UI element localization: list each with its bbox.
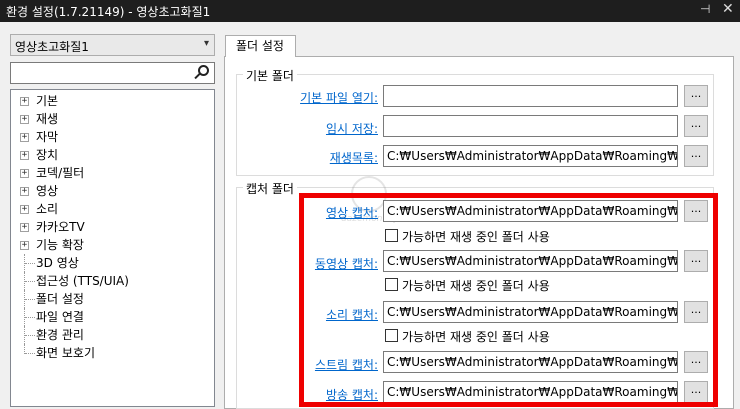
expand-icon[interactable]: + xyxy=(20,133,29,142)
expand-icon[interactable]: + xyxy=(20,241,29,250)
basic-open-browse-button[interactable]: ... xyxy=(684,85,708,107)
playlist-browse-button[interactable]: ... xyxy=(684,145,708,167)
tree-item-label: 3D 영상 xyxy=(36,256,79,270)
tree-item-devices[interactable]: + 장치 xyxy=(11,146,111,164)
temp-save-label[interactable]: 임시 저장: xyxy=(326,120,378,137)
tree-item-label: 폴더 설정 xyxy=(36,292,84,306)
basic-open-path-input[interactable] xyxy=(383,85,678,107)
tree-item-3d-video[interactable]: 3D 영상 xyxy=(11,254,131,272)
temp-save-path-input[interactable] xyxy=(383,115,678,137)
tree-item-subtitles[interactable]: + 자막 xyxy=(11,128,111,146)
tree-item-label: 기본 xyxy=(36,94,59,108)
pin-icon[interactable]: ⊣ xyxy=(700,2,710,16)
tree-item-label: 영상 xyxy=(36,184,59,198)
window-title: 환경 설정(1.7.21149) - 영상초고화질1 xyxy=(6,5,211,19)
expand-icon[interactable]: + xyxy=(20,187,29,196)
tree-item-label: 재생 xyxy=(36,112,59,126)
tree-item-kakaotv[interactable]: + 카카오TV xyxy=(11,218,131,236)
expand-icon[interactable]: + xyxy=(20,151,29,160)
expand-icon[interactable]: + xyxy=(20,115,29,124)
tree-item-extensions[interactable]: + 기능 확장 xyxy=(11,236,131,254)
group-title: 기본 폴더 xyxy=(243,67,297,84)
tree-item-label: 카카오TV xyxy=(36,220,85,234)
chevron-down-icon: ▾ xyxy=(203,38,209,49)
temp-save-browse-button[interactable]: ... xyxy=(684,115,708,137)
tree-item-label: 환경 관리 xyxy=(36,328,84,342)
basic-open-label[interactable]: 기본 파일 열기: xyxy=(300,89,378,106)
tree-item-audio[interactable]: + 소리 xyxy=(11,200,111,218)
tree-item-folder-settings[interactable]: 폴더 설정 xyxy=(11,290,131,308)
group-title: 캡처 폴더 xyxy=(243,180,297,197)
tree-item-file-association[interactable]: 파일 연결 xyxy=(11,308,131,326)
tree-item-playback[interactable]: + 재생 xyxy=(11,110,111,128)
expand-icon[interactable]: + xyxy=(20,97,29,106)
tree-item-label: 파일 연결 xyxy=(36,310,84,324)
tab-folder-settings[interactable]: 폴더 설정 xyxy=(225,35,296,57)
tree-item-label: 자막 xyxy=(36,130,59,144)
tree-item-label: 코덱/필터 xyxy=(36,166,85,180)
tree-item-video[interactable]: + 영상 xyxy=(11,182,111,200)
tree-item-screensaver[interactable]: 화면 보호기 xyxy=(11,344,131,362)
tree-item-codecs[interactable]: + 코덱/필터 xyxy=(11,164,131,182)
search-input[interactable] xyxy=(10,62,215,84)
preset-select-value: 영상초고화질1 xyxy=(15,40,89,54)
search-icon[interactable] xyxy=(193,64,211,82)
title-bar: 환경 설정(1.7.21149) - 영상초고화질1 ⊣ ✕ xyxy=(0,0,740,22)
playlist-label[interactable]: 재생목록: xyxy=(330,149,378,166)
tree-item-label: 접근성 (TTS/UIA) xyxy=(36,274,129,288)
highlight-box xyxy=(299,193,718,407)
tree-item-basic[interactable]: + 기본 xyxy=(11,92,111,110)
expand-icon[interactable]: + xyxy=(20,223,29,232)
playlist-path-input[interactable]: C:₩Users₩Administrator₩AppData₩Roaming₩P… xyxy=(383,145,678,167)
expand-icon[interactable]: + xyxy=(20,205,29,214)
tree-item-label: 소리 xyxy=(36,202,59,216)
close-icon[interactable]: ✕ xyxy=(722,1,734,17)
expand-icon[interactable]: + xyxy=(20,169,29,178)
preset-select[interactable]: 영상초고화질1 ▾ xyxy=(10,34,215,56)
tree-item-accessibility[interactable]: 접근성 (TTS/UIA) xyxy=(11,272,171,290)
tree-item-label: 기능 확장 xyxy=(36,238,84,252)
tab-label: 폴더 설정 xyxy=(236,39,284,53)
settings-tree: + 기본 + 재생 + 자막 + 장치 + 코덱/필터 + 영상 + 소리 + … xyxy=(10,89,215,407)
tree-item-config-management[interactable]: 환경 관리 xyxy=(11,326,131,344)
tree-item-label: 장치 xyxy=(36,148,59,162)
tree-item-label: 화면 보호기 xyxy=(36,346,96,360)
